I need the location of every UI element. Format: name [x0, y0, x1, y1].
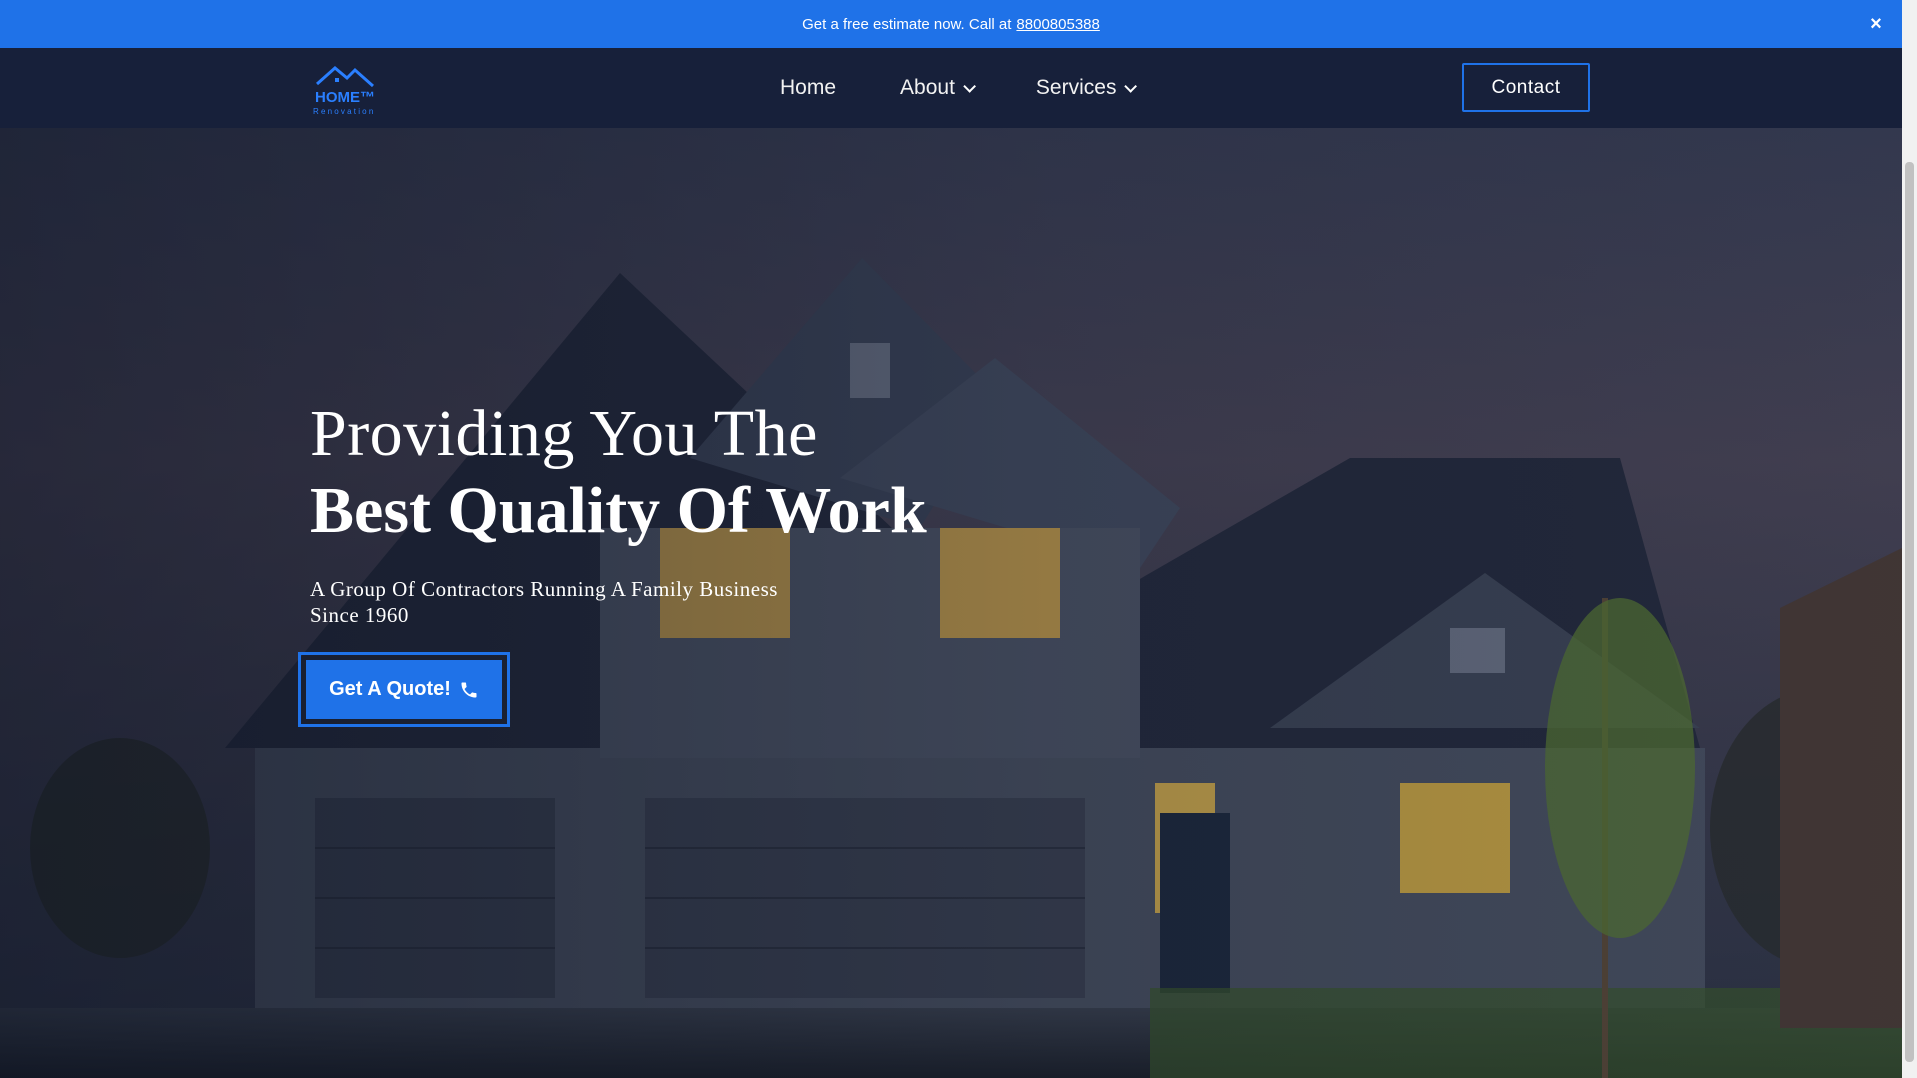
hero-title: Providing You The Best Quality Of Work — [310, 396, 927, 550]
hero-section: Providing You The Best Quality Of Work A… — [0, 128, 1902, 1078]
hero-subtitle: A Group Of Contractors Running A Family … — [310, 577, 778, 627]
announcement-text: Get a free estimate now. Call at — [802, 15, 1012, 33]
svg-text:Renovation: Renovation — [313, 107, 375, 116]
get-quote-button[interactable]: Get A Quote! — [306, 660, 502, 719]
nav-services-label: Services — [1035, 76, 1117, 99]
get-quote-label: Get A Quote! — [329, 678, 451, 700]
chevron-down-icon — [1124, 79, 1138, 93]
phone-icon — [461, 682, 477, 697]
announcement-phone-link[interactable]: 8800805388 — [1016, 16, 1099, 33]
main-nav: Home About Services — [780, 48, 1197, 128]
nav-home-label: Home — [780, 76, 837, 99]
nav-services[interactable]: Services — [1035, 76, 1138, 100]
site-header: HOME™ Renovation Home About Services Con… — [0, 48, 1902, 128]
announcement-bar: Get a free estimate now. Call at 8800805… — [0, 0, 1902, 48]
page-scrollbar[interactable] — [1902, 0, 1917, 1078]
svg-text:HOME™: HOME™ — [315, 89, 375, 106]
chevron-down-icon — [963, 79, 976, 93]
house-logo-icon: HOME™ Renovation — [313, 66, 375, 116]
close-icon[interactable]: × — [1866, 14, 1886, 34]
contact-button[interactable]: Contact — [1462, 63, 1590, 112]
quote-button-frame: Get A Quote! — [298, 652, 510, 727]
logo[interactable]: HOME™ Renovation — [311, 62, 387, 116]
nav-home[interactable]: Home — [780, 76, 836, 100]
hero-title-line1: Providing You The — [310, 397, 818, 470]
nav-about-label: About — [900, 76, 955, 99]
nav-about[interactable]: About — [900, 76, 976, 100]
scrollbar-thumb[interactable] — [1905, 162, 1914, 1062]
hero-title-line2: Best Quality Of Work — [310, 474, 927, 547]
hero-overlay — [0, 128, 1902, 1078]
